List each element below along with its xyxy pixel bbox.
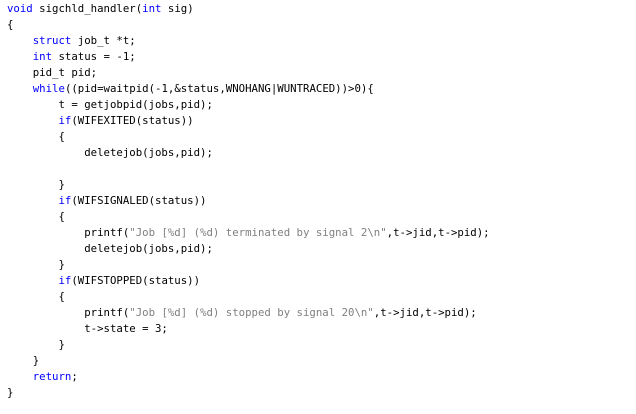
code-line: deletejob(jobs,pid); (7, 241, 490, 257)
code-keyword: if (58, 194, 72, 207)
code-keyword: void (7, 2, 33, 15)
code-keyword: if (58, 274, 72, 287)
code-text: printf( (7, 226, 130, 239)
code-text: deletejob(jobs,pid); (7, 146, 213, 159)
code-text: { (7, 210, 65, 223)
code-line: } (7, 177, 490, 193)
code-line: } (7, 353, 490, 369)
code-line: { (7, 209, 490, 225)
code-keyword: int (142, 2, 162, 15)
code-line: deletejob(jobs,pid); (7, 145, 490, 161)
code-text: { (7, 18, 14, 31)
code-text: pid_t pid; (7, 66, 98, 79)
code-line: } (7, 337, 490, 353)
code-line: int status = -1; (7, 49, 490, 65)
code-string: "Job [%d] (%d) terminated by signal 2\n" (129, 226, 387, 239)
code-text: ,t->jid,t->pid); (386, 226, 490, 239)
code-line: return; (7, 369, 490, 385)
code-text: } (7, 354, 40, 367)
code-text: ((pid=waitpid(-1,&status,WNOHANG|WUNTRAC… (64, 82, 374, 95)
code-text: { (7, 290, 65, 303)
code-text: job_t *t; (71, 34, 136, 47)
code-text: } (7, 386, 14, 399)
code-keyword: if (58, 114, 72, 127)
code-text: } (7, 338, 65, 351)
code-line: { (7, 289, 490, 305)
code-line: while((pid=waitpid(-1,&status,WNOHANG|WU… (7, 81, 490, 97)
code-line: if(WIFSIGNALED(status)) (7, 193, 490, 209)
code-line: struct job_t *t; (7, 33, 490, 49)
code-line: } (7, 257, 490, 273)
code-text: t->state = 3; (7, 322, 168, 335)
code-block: void sigchld_handler(int sig){ struct jo… (7, 1, 490, 401)
code-keyword: while (32, 82, 65, 95)
code-line: if(WIFEXITED(status)) (7, 113, 490, 129)
code-string: "Job [%d] (%d) stopped by signal 20\n" (129, 306, 374, 319)
code-line: printf("Job [%d] (%d) terminated by sign… (7, 225, 490, 241)
code-line: { (7, 17, 490, 33)
code-line: printf("Job [%d] (%d) stopped by signal … (7, 305, 490, 321)
code-line: } (7, 385, 490, 401)
code-keyword: int (32, 50, 53, 63)
code-keyword: return (32, 370, 72, 383)
code-text: ; (71, 370, 78, 383)
code-text: status = -1; (52, 50, 136, 63)
code-line: if(WIFSTOPPED(status)) (7, 273, 490, 289)
code-line: pid_t pid; (7, 65, 490, 81)
code-keyword: struct (32, 34, 72, 47)
code-editor: void sigchld_handler(int sig){ struct jo… (0, 0, 636, 414)
code-text: } (7, 178, 65, 191)
code-line: void sigchld_handler(int sig) (7, 1, 490, 17)
code-text: deletejob(jobs,pid); (7, 242, 213, 255)
code-line: t->state = 3; (7, 321, 490, 337)
code-text: ,t->jid,t->pid); (373, 306, 477, 319)
code-text: } (7, 258, 65, 271)
code-text: { (7, 130, 65, 143)
code-line: t = getjobpid(jobs,pid); (7, 97, 490, 113)
code-text: t = getjobpid(jobs,pid); (7, 98, 213, 111)
code-line: { (7, 129, 490, 145)
code-text: (WIFEXITED(status)) (71, 114, 194, 127)
code-text: printf( (7, 306, 130, 319)
code-text: (WIFSIGNALED(status)) (71, 194, 207, 207)
code-text: sig) (161, 2, 194, 15)
code-text: sigchld_handler( (32, 2, 143, 15)
code-text: (WIFSTOPPED(status)) (71, 274, 201, 287)
